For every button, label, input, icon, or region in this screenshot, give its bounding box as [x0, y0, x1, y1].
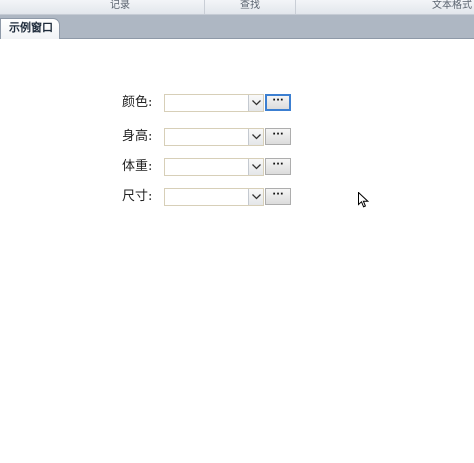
- tab-sample-window[interactable]: 示例窗口: [0, 18, 60, 39]
- height-builder-button[interactable]: ···: [265, 128, 291, 145]
- field-label: 身高:: [122, 129, 153, 144]
- ribbon-group-text-format[interactable]: 文本格式: [296, 0, 474, 14]
- size-dropdown-button[interactable]: [248, 189, 263, 205]
- chevron-down-icon: [252, 100, 261, 106]
- weight-builder-button[interactable]: ···: [265, 158, 291, 175]
- chevron-down-icon: [252, 134, 261, 140]
- field-label: 尺寸:: [122, 189, 153, 204]
- ribbon-group-label: 记录: [110, 0, 130, 11]
- color-combobox[interactable]: [164, 94, 264, 112]
- color-dropdown-button[interactable]: [248, 95, 263, 111]
- field-label: 体重:: [122, 159, 153, 174]
- height-combobox[interactable]: [164, 128, 264, 146]
- mouse-pointer-icon: [358, 192, 369, 208]
- weight-combobox[interactable]: [164, 158, 264, 176]
- ribbon-strip: 记录 查找 文本格式: [0, 0, 474, 15]
- height-dropdown-button[interactable]: [248, 129, 263, 145]
- ribbon-group-find[interactable]: 查找: [205, 0, 296, 14]
- ribbon-group-label: 文本格式: [432, 0, 472, 11]
- size-combobox[interactable]: [164, 188, 264, 206]
- weight-dropdown-button[interactable]: [248, 159, 263, 175]
- document-tab-strip: 示例窗口: [0, 15, 474, 39]
- size-builder-button[interactable]: ···: [265, 188, 291, 205]
- chevron-down-icon: [252, 194, 261, 200]
- chevron-down-icon: [252, 164, 261, 170]
- ribbon-group-label: 查找: [240, 0, 260, 11]
- ribbon-group-records[interactable]: 记录: [0, 0, 205, 14]
- color-builder-button[interactable]: ···: [265, 94, 291, 111]
- tab-label: 示例窗口: [9, 21, 53, 34]
- field-label: 颜色:: [122, 95, 153, 110]
